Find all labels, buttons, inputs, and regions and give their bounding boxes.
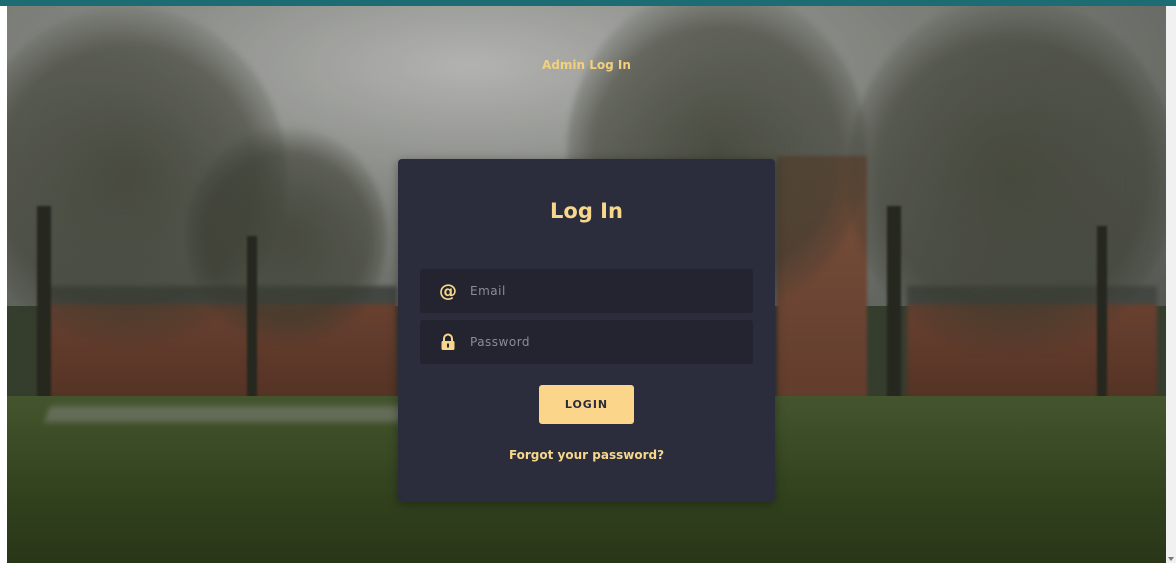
login-card-title: Log In <box>550 199 623 223</box>
password-input[interactable] <box>468 326 742 358</box>
email-field[interactable]: @ <box>420 269 753 313</box>
at-icon: @ <box>439 280 457 302</box>
email-input[interactable] <box>468 275 742 307</box>
page-viewport: Admin Log In Log In @ LOGIN Forgot your … <box>7 6 1166 563</box>
scroll-down-arrow-icon[interactable] <box>1168 557 1174 561</box>
password-field[interactable] <box>420 320 753 364</box>
login-button[interactable]: LOGIN <box>539 385 634 424</box>
login-card: Log In @ LOGIN Forgot your password? <box>398 159 775 502</box>
forgot-password-link[interactable]: Forgot your password? <box>398 448 775 462</box>
page-scrollbar[interactable] <box>1166 6 1176 563</box>
lock-icon <box>420 333 468 351</box>
page-title: Admin Log In <box>542 58 631 72</box>
